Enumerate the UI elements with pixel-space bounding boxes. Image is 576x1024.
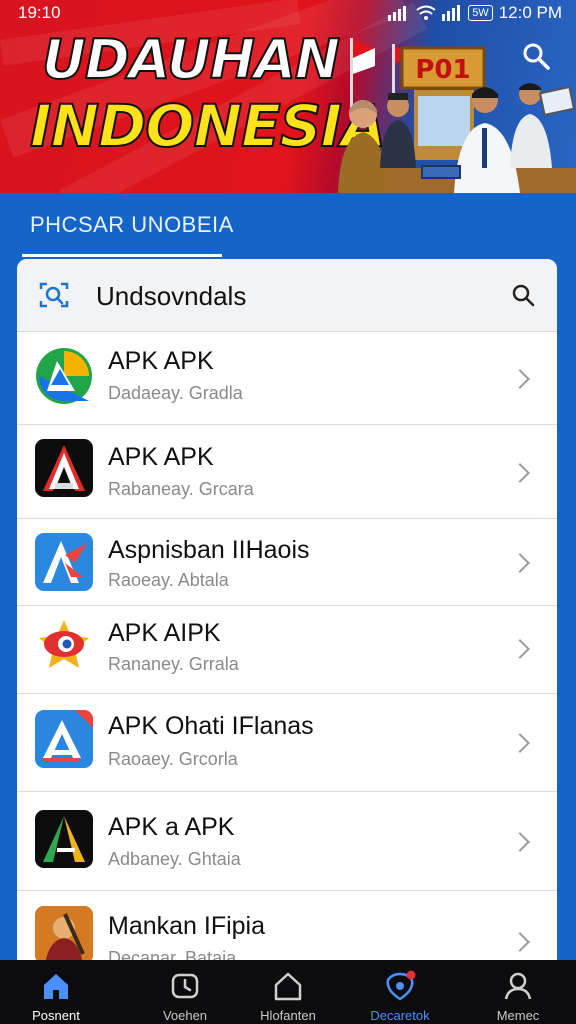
chevron-right-icon: [510, 932, 530, 952]
app-name: APK AIPK: [108, 619, 221, 647]
nav-label: Decaretok: [370, 1008, 430, 1023]
green-a-on-black-icon: [35, 810, 93, 868]
app-subtitle: Rananey. Grrala: [108, 654, 239, 674]
chevron-right-icon: [510, 553, 530, 573]
battery-icon: 5W: [468, 5, 493, 21]
chevron-right-icon: [510, 369, 530, 389]
app-subtitle: Raoeay. Abtala: [108, 570, 229, 590]
nav-item-badge[interactable]: Decaretok: [350, 960, 450, 1024]
green-blue-triangle-icon: [35, 347, 93, 405]
nav-item-profile[interactable]: Memec: [468, 960, 568, 1024]
status-clock: 12:0 PM: [498, 3, 562, 22]
red-eye-star-icon: [35, 616, 93, 674]
app-list-item[interactable]: APK APK Rabaneay. Grcara: [17, 425, 557, 519]
nav-label: Voehen: [162, 1008, 208, 1023]
app-name: Aspnisban IIHaois: [108, 536, 310, 564]
nav-item-timer[interactable]: Voehen: [135, 960, 235, 1024]
app-subtitle: Raoaey. Grcorla: [108, 749, 238, 769]
chevron-right-icon: [510, 639, 530, 659]
section-title: PHCSAR UNOBEIA: [30, 212, 234, 237]
banner-title-line1: UDAUHAN: [41, 27, 341, 92]
app-name: APK APK: [108, 347, 214, 375]
red-a-on-black-icon: [35, 439, 93, 497]
orange-illustration-icon: [35, 906, 93, 964]
blue-red-a-icon: [35, 533, 93, 591]
nav-label: Memec: [496, 1008, 540, 1023]
app-list-item[interactable]: APK AIPK Rananey. Grrala: [17, 606, 557, 694]
bottom-navigation: Posnent Voehen Hlofanten Decaretok Memec: [0, 960, 576, 1024]
app-list-item[interactable]: APK Ohati IFlanas Raoaey. Grcorla: [17, 694, 557, 792]
app-subtitle: Dadaeay. Gradla: [108, 383, 243, 403]
nav-item-home[interactable]: Posnent: [6, 960, 106, 1024]
blue-a-red-corner-icon: [35, 710, 93, 768]
search-icon[interactable]: [522, 42, 550, 70]
wifi-icon: [416, 5, 436, 20]
nav-label: Hlofanten: [260, 1008, 316, 1023]
app-name: APK APK: [108, 443, 214, 471]
app-name: APK a APK: [108, 813, 235, 841]
app-list-item[interactable]: Aspnisban IIHaois Raoeay. Abtala: [17, 519, 557, 606]
cell-bars-icon: [442, 5, 461, 21]
status-time: 19:10: [18, 3, 61, 22]
hero-banner: 19:10 5W 12:0 PM UDAUHAN INDONESIA P01: [0, 0, 576, 193]
nav-label: Posnent: [32, 1008, 80, 1023]
shield-badge-icon: [386, 970, 416, 1001]
app-list-item[interactable]: APK a APK Adbaney. Ghtaia: [17, 792, 557, 891]
search-bar[interactable]: Undsovndals: [17, 259, 557, 332]
timer-icon: [171, 973, 199, 999]
app-name: APK Ohati IFlanas: [108, 712, 314, 740]
chevron-right-icon: [510, 463, 530, 483]
person-icon: [504, 972, 532, 1000]
image-search-icon: [39, 282, 69, 308]
chevron-right-icon: [510, 733, 530, 753]
app-list-card: Undsovndals APK APK Dadaeay. Gradla APK …: [17, 259, 557, 1019]
nav-item-house[interactable]: Hlofanten: [238, 960, 338, 1024]
app-list-item[interactable]: APK APK Dadaeay. Gradla: [17, 332, 557, 425]
booth-sign: P01: [415, 55, 470, 85]
status-bar: 19:10 5W 12:0 PM: [0, 0, 576, 26]
section-tab-indicator: [22, 254, 222, 257]
signal-icon: [388, 6, 407, 21]
app-name: Mankan IFipia: [108, 912, 266, 940]
search-icon[interactable]: [511, 283, 535, 307]
search-label: Undsovndals: [96, 281, 247, 311]
house-outline-icon: [274, 972, 302, 1001]
app-subtitle: Rabaneay. Grcara: [108, 479, 254, 499]
chevron-right-icon: [510, 832, 530, 852]
home-icon: [44, 974, 68, 999]
app-subtitle: Adbaney. Ghtaia: [108, 849, 241, 869]
